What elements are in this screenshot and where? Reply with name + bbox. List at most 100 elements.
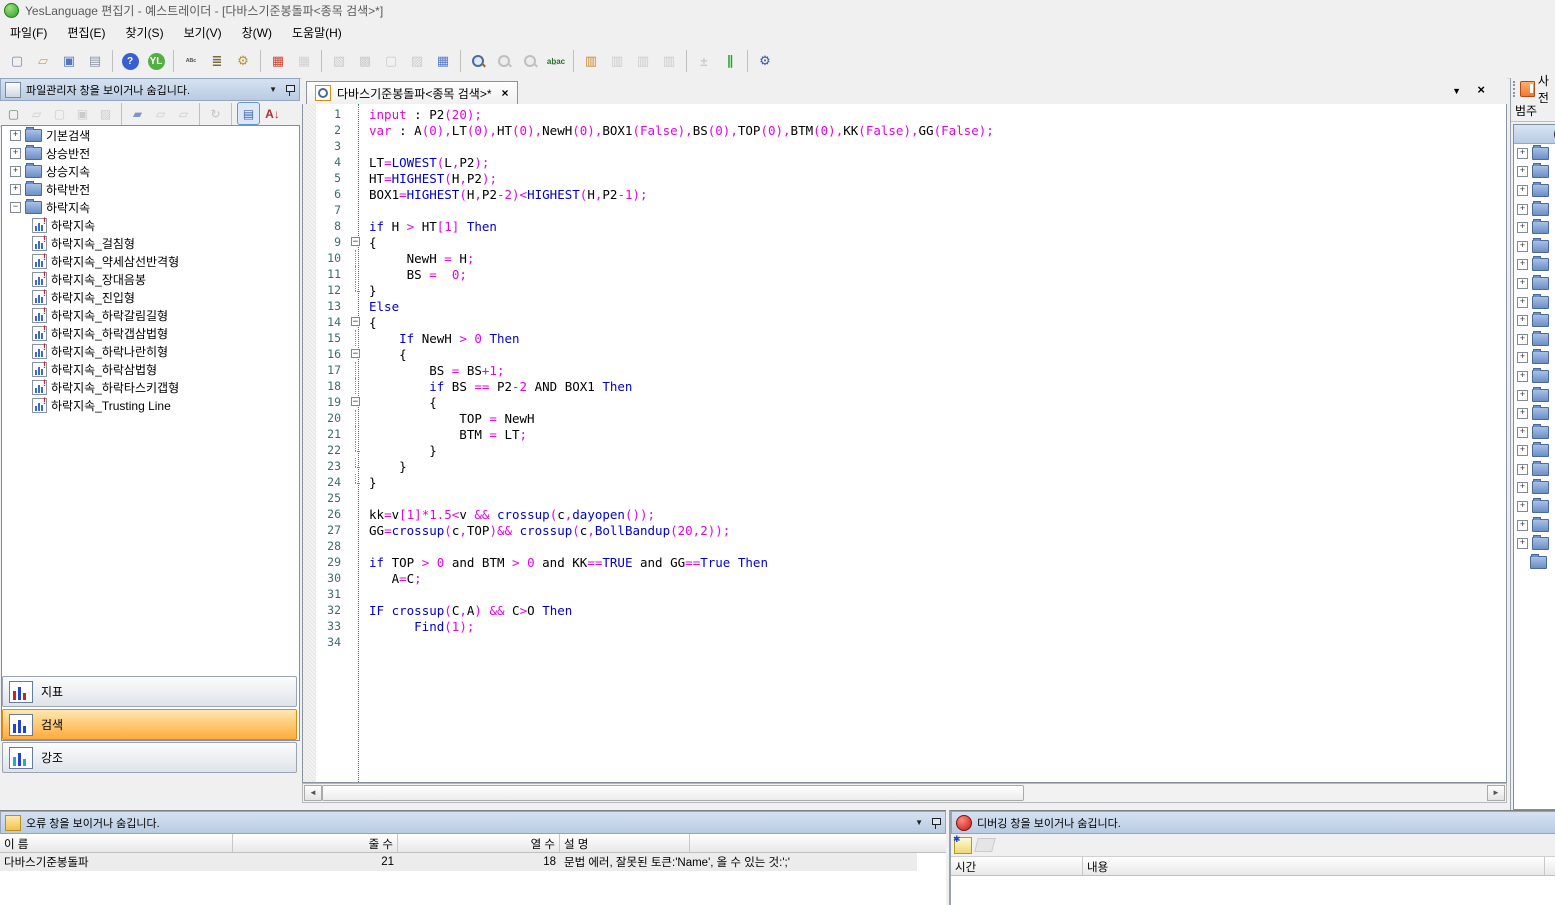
expand-icon[interactable]: + (1517, 445, 1528, 456)
expand-icon[interactable]: + (1517, 185, 1528, 196)
tree-folder-기본검색[interactable]: +기본검색 (2, 126, 299, 144)
debug-col-내용[interactable]: 내용 (1083, 857, 1545, 875)
dictionary-category-row[interactable]: + (1514, 181, 1555, 200)
error-col-열 수[interactable]: 열 수 (398, 834, 560, 852)
expand-icon[interactable]: + (1517, 315, 1528, 326)
expand-icon[interactable]: + (1517, 166, 1528, 177)
expand-icon[interactable]: + (1517, 241, 1528, 252)
tree-leaf-하락지속_장대음봉[interactable]: !하락지속_장대음봉 (2, 270, 299, 288)
dictionary-category-row[interactable]: + (1514, 293, 1555, 312)
file-panel-caption-bar[interactable]: 파일관리자 창을 보이거나 숨깁니다. ▼ (0, 78, 300, 101)
error-col-줄 수[interactable]: 줄 수 (233, 834, 398, 852)
sort-az-icon[interactable]: A↓ (262, 103, 283, 124)
dictionary-category-row[interactable]: + (1514, 200, 1555, 219)
pin-icon[interactable] (285, 84, 295, 96)
dictionary-category-row[interactable]: + (1514, 330, 1555, 349)
expand-icon[interactable]: + (1517, 408, 1528, 419)
dictionary-category-row[interactable]: + (1514, 367, 1555, 386)
menu-편집(E)[interactable]: 편집(E) (57, 21, 115, 44)
tabbar-close-icon[interactable]: × (1477, 82, 1485, 97)
function-list-icon[interactable]: ≣ (205, 49, 229, 73)
expand-icon[interactable]: + (1517, 259, 1528, 270)
expand-icon[interactable]: + (10, 130, 21, 141)
expand-icon[interactable]: + (1517, 222, 1528, 233)
error-row[interactable]: 다바스기준봉돌파2118문법 에러, 잘못된 토큰:'Name', 올 수 있는… (0, 853, 917, 871)
tree-leaf-하락지속_진입형[interactable]: !하락지속_진입형 (2, 288, 299, 306)
expand-icon[interactable]: + (10, 166, 21, 177)
fold-marker[interactable] (349, 314, 363, 330)
dictionary-category-row[interactable]: + (1514, 404, 1555, 423)
new-search-icon[interactable]: ▢ (3, 103, 24, 124)
tree-leaf-하락지속_약세삼선반격형[interactable]: !하락지속_약세삼선반격형 (2, 252, 299, 270)
dictionary-category-row[interactable]: + (1514, 534, 1555, 553)
expand-icon[interactable]: + (1517, 204, 1528, 215)
tree-leaf-하락지속_하락삼법형[interactable]: !하락지속_하락삼법형 (2, 360, 299, 378)
tree-folder-하락지속[interactable]: −하락지속 (2, 198, 299, 216)
error-pin-icon[interactable] (931, 817, 941, 829)
expand-icon[interactable]: + (1517, 278, 1528, 289)
tree-leaf-하락지속_걸침형[interactable]: !하락지속_걸침형 (2, 234, 299, 252)
dictionary-category-row[interactable]: + (1514, 256, 1555, 275)
error-menu-arrow-icon[interactable]: ▼ (912, 818, 926, 827)
tree-folder-상승지속[interactable]: +상승지속 (2, 162, 299, 180)
spellcheck-icon[interactable]: ᴬᴮᶜ (179, 49, 203, 73)
open-file-icon[interactable]: ▱ (31, 49, 55, 73)
nav-button-지표[interactable]: 지표 (2, 676, 297, 707)
scroll-left-icon[interactable]: ◄ (304, 785, 322, 801)
tree-folder-하락반전[interactable]: +하락반전 (2, 180, 299, 198)
error-table-header[interactable]: 이 름줄 수열 수설 명 (0, 834, 946, 853)
nav-button-강조[interactable]: 강조 (2, 742, 297, 773)
expand-icon[interactable]: + (10, 148, 21, 159)
expand-icon[interactable]: + (1517, 371, 1528, 382)
replace-icon[interactable]: ab̲ac (544, 49, 568, 73)
debug-table-header[interactable]: 시간내용 (951, 857, 1555, 876)
tree-leaf-하락지속_하락타스키갭형[interactable]: !하락지속_하락타스키갭형 (2, 378, 299, 396)
dictionary-category-row[interactable]: + (1514, 479, 1555, 498)
expand-icon[interactable]: + (1517, 464, 1528, 475)
error-caption-bar[interactable]: 오류 창을 보이거나 숨깁니다. ▼ (0, 811, 946, 834)
dictionary-category-row[interactable]: + (1514, 274, 1555, 293)
tree-leaf-하락지속[interactable]: !하락지속 (2, 216, 299, 234)
error-col-설 명[interactable]: 설 명 (560, 834, 690, 852)
dictionary-category-row[interactable]: + (1514, 163, 1555, 182)
dictionary-category-row[interactable] (1514, 553, 1555, 572)
expand-icon[interactable]: + (1517, 352, 1528, 363)
editor-tab[interactable]: 다바스기준봉돌파<종목 검색>* × (306, 81, 518, 104)
menu-찾기(S)[interactable]: 찾기(S) (115, 21, 173, 44)
expand-icon[interactable]: + (1517, 148, 1528, 159)
menu-창(W)[interactable]: 창(W) (232, 21, 282, 44)
dictionary-category-row[interactable]: + (1514, 516, 1555, 535)
panel-menu-arrow-icon[interactable]: ▼ (266, 85, 280, 94)
help-icon[interactable]: ? (118, 49, 142, 73)
expand-icon[interactable]: + (1517, 390, 1528, 401)
expand-icon[interactable]: − (10, 202, 21, 213)
verify-grid-icon[interactable]: ▦ (266, 49, 290, 73)
compile-icon[interactable]: ⚙ (231, 49, 255, 73)
menu-도움말(H)[interactable]: 도움말(H) (282, 21, 352, 44)
tree-leaf-하락지속_하락갈림길형[interactable]: !하락지속_하락갈림길형 (2, 306, 299, 324)
debug-col-시간[interactable]: 시간 (951, 857, 1083, 875)
dictionary-category-row[interactable]: + (1514, 218, 1555, 237)
tools-icon[interactable]: ⚙ (753, 49, 777, 73)
expand-icon[interactable]: + (1517, 427, 1528, 438)
tree-leaf-하락지속_하락나란히형[interactable]: !하락지속_하락나란히형 (2, 342, 299, 360)
dictionary-category-row[interactable]: + (1514, 386, 1555, 405)
dictionary-column-header[interactable]: ( (1514, 125, 1555, 144)
zoom-region-icon[interactable] (466, 49, 490, 73)
dictionary-open-icon[interactable]: ▥ (579, 49, 603, 73)
expand-icon[interactable]: + (1517, 297, 1528, 308)
tab-close-icon[interactable]: × (502, 86, 509, 100)
dictionary-category-row[interactable]: + (1514, 423, 1555, 442)
tree-folder-상승반전[interactable]: +상승반전 (2, 144, 299, 162)
dictionary-category-row[interactable]: + (1514, 460, 1555, 479)
menu-파일(F)[interactable]: 파일(F) (0, 21, 57, 44)
new-folder-icon[interactable]: ▰ (127, 103, 148, 124)
fold-marker[interactable] (349, 234, 363, 250)
dictionary-category-row[interactable]: + (1514, 442, 1555, 461)
expand-icon[interactable]: + (1517, 334, 1528, 345)
error-col-이 름[interactable]: 이 름 (0, 834, 233, 852)
grid-icon[interactable]: ▦ (431, 49, 455, 73)
clear-log-icon[interactable] (974, 838, 996, 852)
debug-caption-bar[interactable]: 디버깅 창을 보이거나 숨깁니다. (951, 811, 1555, 834)
dictionary-category-row[interactable]: + (1514, 497, 1555, 516)
